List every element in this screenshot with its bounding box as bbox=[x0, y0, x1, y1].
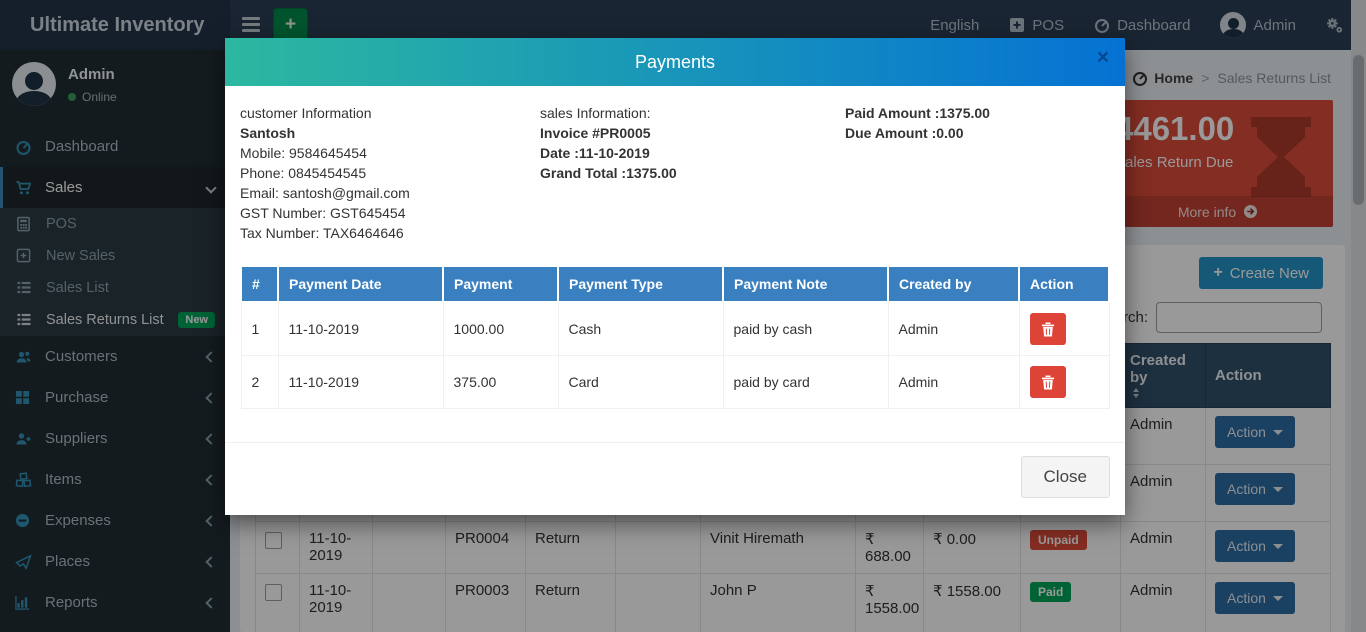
payment-row: 2 11-10-2019 375.00 Card paid by card Ad… bbox=[241, 356, 1109, 409]
sales-info-heading: sales Information: bbox=[540, 103, 845, 123]
payments-table: # Payment Date Payment Payment Type Paym… bbox=[240, 265, 1110, 409]
delete-payment-button[interactable] bbox=[1030, 366, 1066, 398]
customer-information-block: customer Information Santosh Mobile: 958… bbox=[240, 103, 540, 243]
column-header-payment-date: Payment Date bbox=[278, 266, 443, 302]
modal-header: Payments × bbox=[225, 38, 1125, 86]
sales-grand-total: Grand Total :1375.00 bbox=[540, 163, 845, 183]
paid-amount: Paid Amount :1375.00 bbox=[845, 103, 990, 123]
delete-payment-button[interactable] bbox=[1030, 313, 1066, 345]
column-header-payment: Payment bbox=[443, 266, 558, 302]
payment-row: 1 11-10-2019 1000.00 Cash paid by cash A… bbox=[241, 302, 1109, 356]
column-header-payment-type: Payment Type bbox=[558, 266, 723, 302]
app-window: Ultimate Inventory + English POS Dashboa… bbox=[0, 0, 1366, 632]
customer-mobile: Mobile: 9584645454 bbox=[240, 143, 540, 163]
sales-date: Date :11-10-2019 bbox=[540, 143, 845, 163]
sales-information-block: sales Information: Invoice #PR0005 Date … bbox=[540, 103, 845, 243]
payment-info-row: customer Information Santosh Mobile: 958… bbox=[240, 103, 1110, 243]
close-button[interactable]: Close bbox=[1021, 456, 1110, 498]
customer-phone: Phone: 0845454545 bbox=[240, 163, 540, 183]
due-amount: Due Amount :0.00 bbox=[845, 123, 990, 143]
column-header-action: Action bbox=[1019, 266, 1109, 302]
payments-header-row: # Payment Date Payment Payment Type Paym… bbox=[241, 266, 1109, 302]
customer-name: Santosh bbox=[240, 123, 540, 143]
modal-title: Payments bbox=[225, 38, 1125, 86]
trash-icon bbox=[1041, 375, 1055, 390]
customer-info-heading: customer Information bbox=[240, 103, 540, 123]
close-icon[interactable]: × bbox=[1097, 47, 1109, 68]
amounts-block: Paid Amount :1375.00 Due Amount :0.00 bbox=[845, 103, 990, 243]
column-header-created-by: Created by bbox=[888, 266, 1019, 302]
modal-body: customer Information Santosh Mobile: 958… bbox=[225, 86, 1125, 409]
sales-invoice: Invoice #PR0005 bbox=[540, 123, 845, 143]
customer-tax: Tax Number: TAX6464646 bbox=[240, 223, 540, 243]
payments-modal: Payments × customer Information Santosh … bbox=[225, 38, 1125, 515]
trash-icon bbox=[1041, 322, 1055, 337]
customer-gst: GST Number: GST645454 bbox=[240, 203, 540, 223]
column-header-number: # bbox=[241, 266, 278, 302]
modal-footer: Close bbox=[225, 442, 1125, 515]
column-header-payment-note: Payment Note bbox=[723, 266, 888, 302]
customer-email: Email: santosh@gmail.com bbox=[240, 183, 540, 203]
